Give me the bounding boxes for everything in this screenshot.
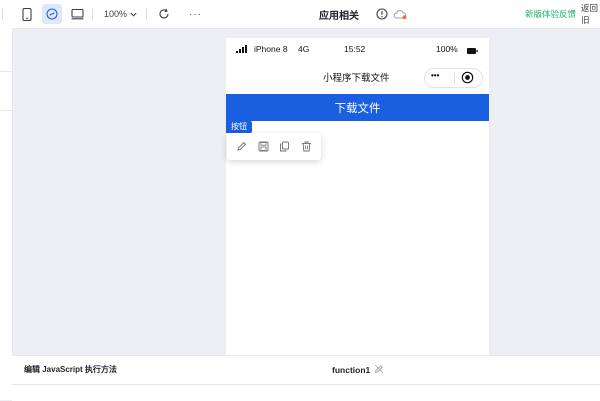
cloud-sync-button[interactable] [393,0,408,28]
capsule-more-button[interactable]: ••• [431,71,439,80]
left-panel [0,28,13,400]
chevron-down-icon [130,12,137,17]
zoom-value: 100% [104,9,128,19]
js-editor-panel: 编辑 JavaScript 执行方法 function1 [12,355,600,401]
phone-preview: iPhone 8 4G 15:52 100% 小程序下载文件 ••• 下载文件 [226,38,489,358]
back-to-old-link[interactable]: 返回旧 [581,0,600,28]
cloud-icon [393,9,408,20]
refresh-button[interactable] [158,0,170,28]
feedback-link[interactable]: 新版体验反馈 [525,0,576,28]
download-file-label: 下载文件 [334,102,381,115]
component-toolbox [227,133,321,160]
network-label: 4G [298,44,310,54]
component-type-tag: 按钮 [226,121,252,133]
function-name-field[interactable]: function1 [332,356,384,384]
save-button[interactable] [258,141,269,152]
info-circle-icon [376,8,388,20]
menu-capsule: ••• [424,68,483,88]
page-title: 小程序下载文件 [323,73,390,84]
copy-icon [280,141,290,152]
divider [454,72,455,84]
copy-button[interactable] [279,141,290,152]
divider [92,8,93,20]
monitor-icon [71,8,84,20]
function-name: function1 [332,365,371,375]
zoom-select[interactable]: 100% [104,0,137,28]
divider-left [2,0,3,28]
battery-icon [467,46,478,56]
js-editor-title: 编辑 JavaScript 执行方法 [24,365,117,374]
download-file-button[interactable]: 下载文件 [226,94,489,121]
js-editor-header: 编辑 JavaScript 执行方法 function1 [12,356,600,385]
time-label: 15:52 [344,44,366,54]
feedback-label: 新版体验反馈 [525,9,577,19]
signal-icon [236,45,248,55]
delete-icon [301,141,311,152]
app-title: 应用相关 [319,10,359,22]
divider [0,71,12,72]
edit-icon [237,141,247,151]
save-icon [258,141,269,152]
rename-pen-icon[interactable] [374,364,384,376]
divider [146,8,147,20]
mobile-preview-button[interactable] [22,0,32,28]
refresh-icon [158,8,170,20]
top-toolbar: 100% ··· 应用相关 新版体验反馈 返回旧 [0,0,600,29]
status-bar: iPhone 8 4G 15:52 100% [226,38,489,60]
device-label: iPhone 8 [254,44,288,54]
edit-button[interactable] [236,141,247,152]
divider [0,110,12,111]
desktop-preview-button[interactable] [71,0,84,28]
phone-icon [22,7,32,21]
delete-button[interactable] [301,141,312,152]
miniprogram-preview-button[interactable] [42,0,62,28]
miniprogram-icon [42,4,62,24]
more-options-button[interactable]: ··· [189,0,202,28]
target-icon [461,71,474,84]
battery-percent: 100% [436,44,458,54]
capsule-close-button[interactable] [461,71,474,89]
info-button[interactable] [376,0,388,28]
